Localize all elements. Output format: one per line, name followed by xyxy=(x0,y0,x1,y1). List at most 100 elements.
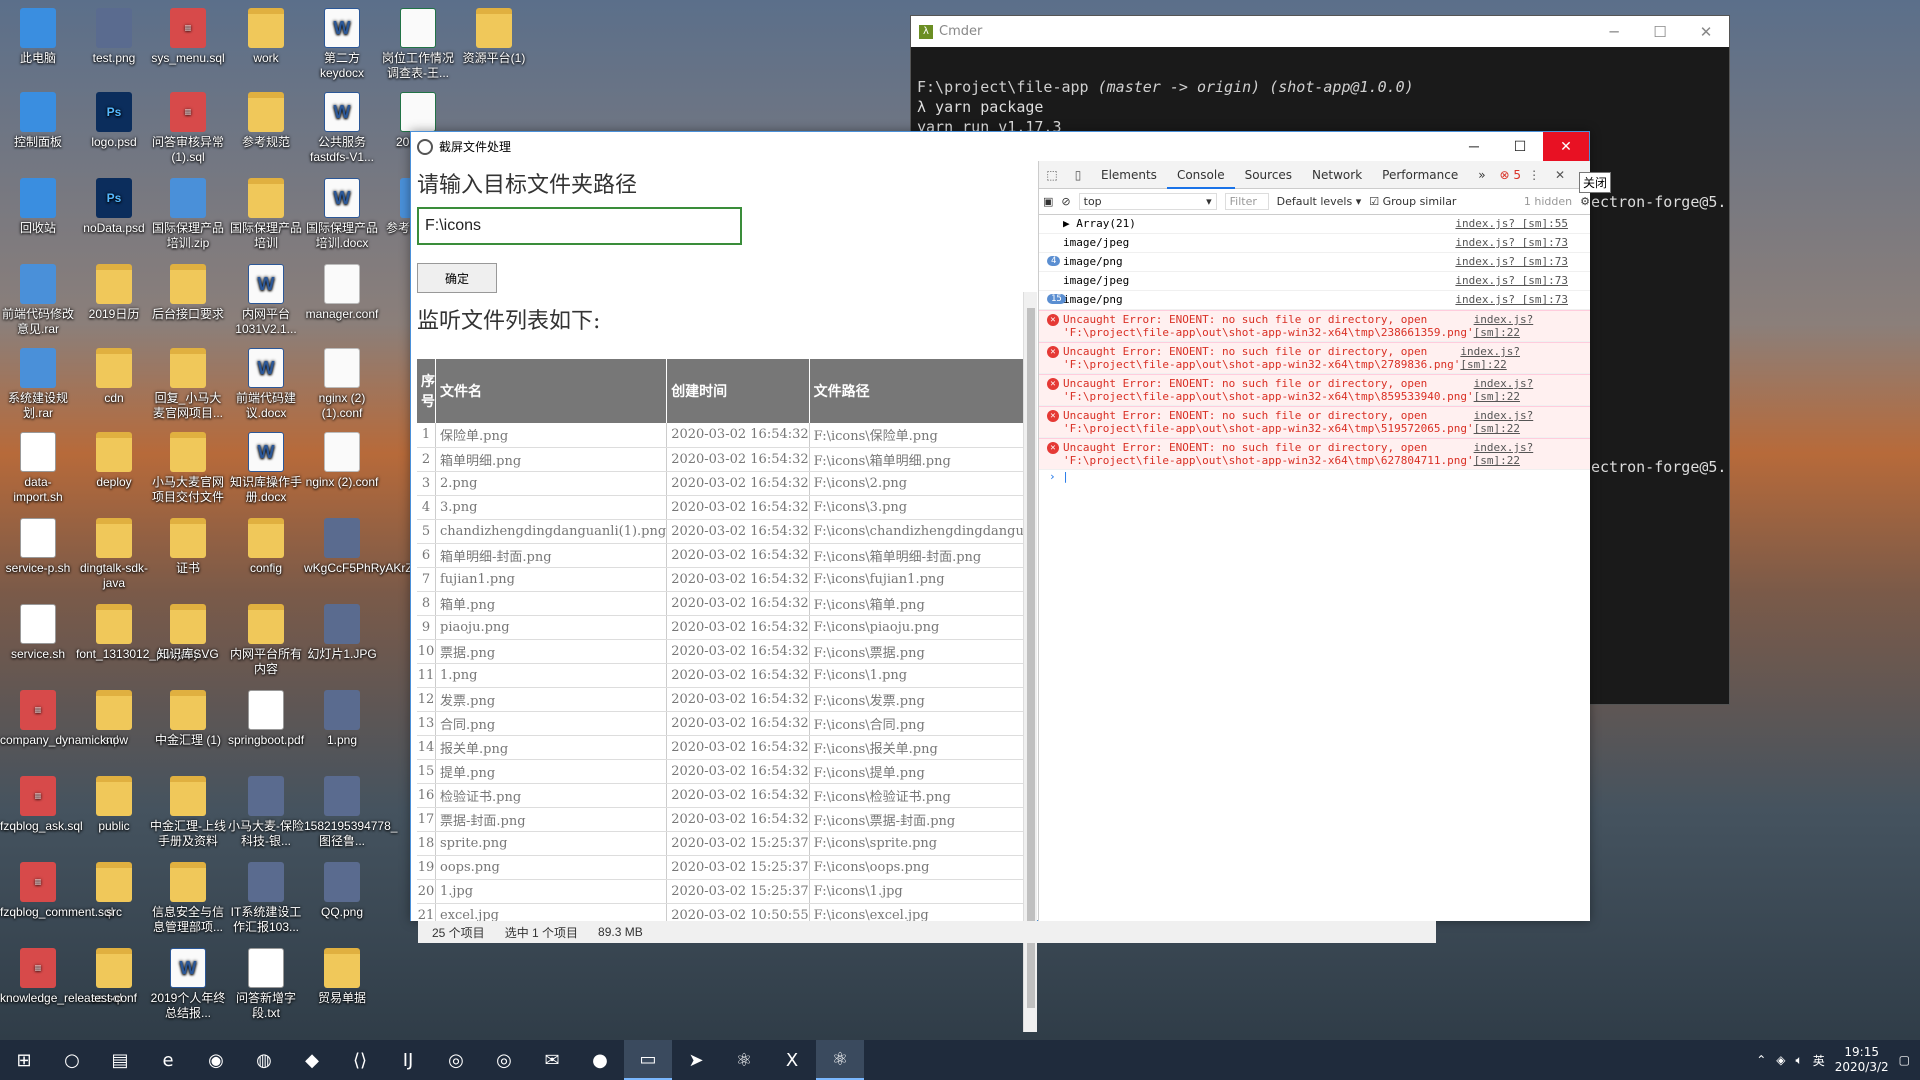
tab-performance[interactable]: Performance xyxy=(1372,161,1468,189)
desktop-icon[interactable]: 回收站 xyxy=(0,178,76,236)
clear-console-icon[interactable]: ⊘ xyxy=(1061,195,1070,208)
source-link[interactable]: index.js? [sm]:55 xyxy=(1455,217,1568,231)
desktop-icon[interactable]: config xyxy=(228,518,304,576)
source-link[interactable]: index.js? [sm]:22 xyxy=(1474,409,1568,435)
desktop-icon[interactable]: 内网平台1031V2.1... xyxy=(228,264,304,337)
table-row[interactable]: 10 票据.png 2020-03-02 16:54:32 F:\icons\票据.p… xyxy=(417,639,1023,664)
app-window[interactable]: 截屏文件处理 ─ ☐ ✕ 请输入目标文件夹路径 确定 监听文件列表如下: 序号文… xyxy=(410,131,1590,1032)
electron-icon[interactable]: ⚛ xyxy=(816,1040,864,1080)
feishu-icon[interactable]: ➤ xyxy=(672,1040,720,1080)
console-log-row[interactable]: 15 image/png index.js? [sm]:73 xyxy=(1039,291,1590,310)
desktop-icon[interactable]: ≡ company_dynamic.sql xyxy=(0,690,119,748)
chrome-icon[interactable]: ◎ xyxy=(480,1040,528,1080)
desktop-icon[interactable]: 信息安全与信息管理部项... xyxy=(150,862,226,935)
desktop-icon[interactable]: 此电脑 xyxy=(0,8,76,66)
desktop-icon[interactable]: 岗位工作情况调查表-王... xyxy=(380,8,456,81)
maximize-icon[interactable]: ☐ xyxy=(1637,23,1683,41)
console-prompt[interactable]: › | xyxy=(1039,470,1590,483)
maximize-icon[interactable]: ☐ xyxy=(1497,132,1543,161)
desktop-icon[interactable]: service.sh xyxy=(0,604,76,662)
desktop-icon[interactable]: 2019日历 xyxy=(76,264,152,322)
desktop-icon[interactable]: IT系统建设工作汇报103... xyxy=(228,862,304,935)
cmder-titlebar[interactable]: λ Cmder ─ ☐ ✕ xyxy=(911,16,1729,47)
context-select[interactable]: top ▾ xyxy=(1078,193,1217,210)
desktop-icon[interactable]: 国际保理产品培训.docx xyxy=(304,178,380,251)
minimize-icon[interactable]: ─ xyxy=(1451,132,1497,161)
desktop-icon[interactable]: work xyxy=(228,8,304,66)
path-input[interactable] xyxy=(417,207,742,245)
console-error-row[interactable]: ✕ Uncaught Error: ENOENT: no such file or… xyxy=(1039,406,1590,438)
desktop-icon[interactable]: 幻灯片1.JPG xyxy=(304,604,380,662)
table-row[interactable]: 15 提单.png 2020-03-02 16:54:32 F:\icons\提单.p… xyxy=(417,759,1023,784)
desktop-icon[interactable]: 中金汇理-上线手册及资料 xyxy=(150,776,226,849)
desktop-icon[interactable]: ≡ fzqblog_comment.sql xyxy=(0,862,113,920)
electron-icon[interactable]: ⚛ xyxy=(720,1040,768,1080)
table-row[interactable]: 6 箱单明细-封面.png 2020-03-02 16:54:32 F:\icons\… xyxy=(417,543,1023,568)
sidebar-toggle-icon[interactable]: ▣ xyxy=(1043,195,1053,208)
filter-input[interactable]: Filter xyxy=(1224,193,1269,210)
console-log-row[interactable]: image/jpeg index.js? [sm]:73 xyxy=(1039,272,1590,291)
wechat-icon[interactable]: ✉ xyxy=(528,1040,576,1080)
group-similar-checkbox[interactable]: ☑ Group similar xyxy=(1369,195,1456,208)
console-log-row[interactable]: image/jpeg index.js? [sm]:73 xyxy=(1039,234,1590,253)
desktop-icon[interactable]: wKgCcF5PhRyAKrZJAAD... xyxy=(304,518,453,576)
green-app-icon[interactable]: ● xyxy=(576,1040,624,1080)
table-row[interactable]: 19 oops.png 2020-03-02 15:25:37 F:\icons\oo… xyxy=(417,855,1023,880)
tab-sources[interactable]: Sources xyxy=(1235,161,1302,189)
source-link[interactable]: index.js? [sm]:73 xyxy=(1455,274,1568,288)
clock[interactable]: 19:15 2020/3/2 xyxy=(1835,1045,1889,1075)
red-app-icon[interactable]: ◆ xyxy=(288,1040,336,1080)
settings-gear-icon[interactable]: ⚙ xyxy=(1580,195,1590,208)
kebab-menu-icon[interactable]: ⋮ xyxy=(1521,168,1547,182)
table-row[interactable]: 18 sprite.png 2020-03-02 15:25:37 F:\icons\… xyxy=(417,831,1023,856)
app-icon[interactable]: ◍ xyxy=(240,1040,288,1080)
desktop-icon[interactable]: 2019个人年终总结报... xyxy=(150,948,226,1021)
table-row[interactable]: 2 箱单明细.png 2020-03-02 16:54:32 F:\icons\箱单明… xyxy=(417,447,1023,472)
desktop-icon[interactable]: 1582195394778_图径鲁... xyxy=(304,776,397,849)
console-log-row[interactable]: 4 image/png index.js? [sm]:73 xyxy=(1039,253,1590,272)
start-icon[interactable]: ⊞ xyxy=(0,1040,48,1080)
desktop-icon[interactable]: cdn xyxy=(76,348,152,406)
desktop-icon[interactable]: 前端代码建议.docx xyxy=(228,348,304,421)
desktop-icon[interactable]: ≡ knowledge_release.sql xyxy=(0,948,122,1006)
table-row[interactable]: 4 3.png 2020-03-02 16:54:32 F:\icons\3.png xyxy=(417,495,1023,520)
console-log-row[interactable]: ▶ Array(21) index.js? [sm]:55 xyxy=(1039,215,1590,234)
desktop-icon[interactable]: Ps logo.psd xyxy=(76,92,152,150)
device-toolbar-icon[interactable]: ▯ xyxy=(1065,168,1091,182)
ime-indicator[interactable]: 英 xyxy=(1813,1052,1825,1069)
chrome-icon[interactable]: ◎ xyxy=(432,1040,480,1080)
desktop-icon[interactable]: ≡ fzqblog_ask.sql xyxy=(0,776,83,834)
chevron-up-icon[interactable]: ⌃ xyxy=(1756,1053,1766,1067)
source-link[interactable]: index.js? [sm]:22 xyxy=(1474,313,1568,339)
desktop-icon[interactable]: springboot.pdf xyxy=(228,690,304,748)
desktop-icon[interactable]: service-p.sh xyxy=(0,518,76,576)
desktop-icon[interactable]: 国际保理产品培训 xyxy=(228,178,304,251)
desktop-icon[interactable]: 资源平台(1) xyxy=(456,8,532,66)
source-link[interactable]: index.js? [sm]:22 xyxy=(1474,377,1568,403)
edge-icon[interactable]: e xyxy=(144,1040,192,1080)
desktop-icon[interactable]: manager.conf xyxy=(304,264,380,322)
search-icon[interactable]: ○ xyxy=(48,1040,96,1080)
source-link[interactable]: index.js? [sm]:22 xyxy=(1474,441,1568,467)
close-devtools-icon[interactable]: ✕ xyxy=(1547,168,1573,182)
source-link[interactable]: index.js? [sm]:73 xyxy=(1455,236,1568,250)
table-row[interactable]: 9 piaoju.png 2020-03-02 16:54:32 F:\icons\p… xyxy=(417,615,1023,640)
desktop-icon[interactable]: 前端代码修改意见.rar xyxy=(0,264,76,337)
table-row[interactable]: 7 fujian1.png 2020-03-02 16:54:32 F:\icons\… xyxy=(417,567,1023,592)
table-row[interactable]: 3 2.png 2020-03-02 16:54:32 F:\icons\2.png xyxy=(417,471,1023,496)
tab-network[interactable]: Network xyxy=(1302,161,1372,189)
desktop-icon[interactable]: data-import.sh xyxy=(0,432,76,505)
table-row[interactable]: 8 箱单.png 2020-03-02 16:54:32 F:\icons\箱单.pn… xyxy=(417,591,1023,616)
source-link[interactable]: index.js? [sm]:73 xyxy=(1455,255,1568,269)
close-icon[interactable]: ✕ xyxy=(1543,132,1589,161)
desktop-icon[interactable]: nginx (2)(1).conf xyxy=(304,348,380,421)
desktop-icon[interactable]: 1.png xyxy=(304,690,380,748)
desktop-icon[interactable]: 内网平台所有内容 xyxy=(228,604,304,677)
minimize-icon[interactable]: ─ xyxy=(1591,23,1637,41)
confirm-button[interactable]: 确定 xyxy=(417,263,497,293)
error-count-badge[interactable]: ⊗ 5 xyxy=(1500,168,1522,182)
table-row[interactable]: 11 1.png 2020-03-02 16:54:32 F:\icons\1.png xyxy=(417,663,1023,688)
desktop-icon[interactable]: 回复_小马大麦官网项目... xyxy=(150,348,226,421)
tab-console[interactable]: Console xyxy=(1166,161,1235,189)
close-icon[interactable]: ✕ xyxy=(1683,23,1729,41)
